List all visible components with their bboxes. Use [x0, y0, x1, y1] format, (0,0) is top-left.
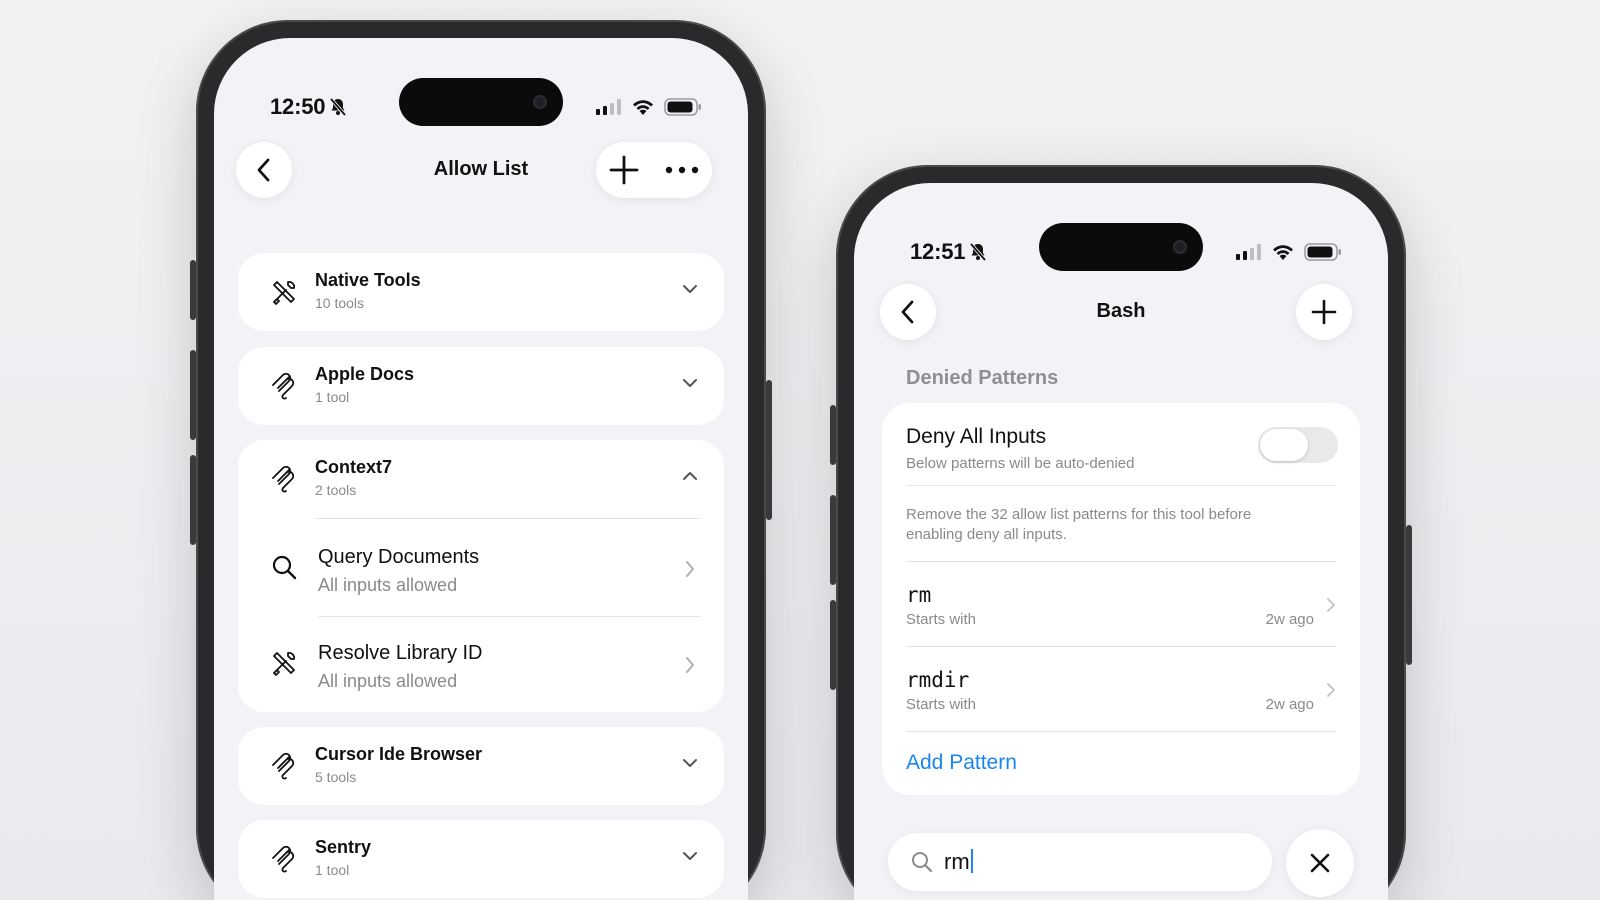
group-header[interactable]: Context7 2 tools — [238, 440, 724, 518]
group-context7: Context7 2 tools Query Documents All inp… — [238, 440, 724, 712]
tool-name: Query Documents — [318, 546, 480, 568]
group-count: 2 tools — [315, 482, 357, 498]
tools-icon — [273, 652, 295, 676]
toggle-knob — [1260, 429, 1308, 461]
chevron-down-icon — [683, 759, 697, 767]
divider — [315, 518, 700, 519]
volume-down-button — [830, 600, 836, 690]
status-bar: 12:50 — [270, 94, 702, 120]
chevron-right-icon — [1327, 683, 1335, 697]
close-icon — [1310, 853, 1330, 873]
chevron-down-icon — [683, 852, 697, 860]
side-button — [190, 260, 196, 320]
group-name: Cursor Ide Browser — [315, 744, 483, 764]
cellular-signal-icon — [1236, 244, 1261, 260]
pattern-match-type: Starts with — [906, 611, 977, 628]
wifi-icon — [1273, 245, 1293, 260]
chevron-down-icon — [683, 379, 697, 387]
chevron-down-icon — [683, 285, 697, 293]
tool-name: Resolve Library ID — [318, 642, 483, 664]
search-icon — [272, 555, 297, 580]
group-count: 1 tool — [315, 389, 350, 405]
bell-slash-icon — [969, 242, 987, 262]
mcp-icon — [272, 752, 295, 780]
chevron-right-icon — [686, 657, 694, 673]
screen: 12:50 Allow List Native Tools 10 tools A… — [214, 38, 748, 900]
power-button — [1406, 525, 1412, 665]
text-caret — [970, 849, 973, 873]
side-button — [830, 405, 836, 465]
tool-row-resolve-library-id[interactable]: Resolve Library ID All inputs allowed — [238, 616, 724, 712]
pattern-row[interactable]: rm Starts with 2w ago — [882, 561, 1360, 647]
bell-slash-icon — [329, 97, 347, 117]
tools-icon — [273, 281, 295, 305]
pattern-row[interactable]: rmdir Starts with 2w ago — [882, 646, 1360, 732]
pattern-match-type: Starts with — [906, 696, 977, 713]
pattern-text: rmdir — [906, 668, 970, 692]
plus-icon[interactable] — [609, 155, 639, 185]
tool-subtitle: All inputs allowed — [318, 575, 458, 595]
power-button — [766, 380, 772, 520]
volume-up-button — [830, 495, 836, 585]
plus-icon — [1311, 299, 1337, 325]
tool-row-query-documents[interactable]: Query Documents All inputs allowed — [238, 520, 724, 616]
volume-up-button — [190, 350, 196, 440]
section-header: Denied Patterns — [906, 367, 1059, 389]
search-value: rm — [944, 849, 970, 874]
phone-allow-list: 12:50 Allow List Native Tools 10 tools A… — [190, 20, 772, 900]
tool-subtitle: All inputs allowed — [318, 671, 458, 691]
battery-icon — [664, 98, 701, 116]
divider — [906, 485, 1336, 486]
deny-all-subtitle: Below patterns will be auto-denied — [906, 455, 1135, 472]
pattern-age: 2w ago — [1265, 696, 1314, 713]
chevron-up-icon — [683, 472, 697, 480]
group-sentry[interactable]: Sentry 1 tool — [238, 820, 724, 898]
status-bar: 12:51 — [910, 239, 1342, 265]
more-icon[interactable] — [665, 166, 699, 174]
group-cursor-ide-browser[interactable]: Cursor Ide Browser 5 tools — [238, 727, 724, 805]
status-time: 12:50 — [270, 94, 326, 119]
group-name: Native Tools — [315, 270, 421, 290]
toolbar-actions — [596, 142, 712, 198]
mcp-icon — [272, 372, 295, 400]
deny-all-note: Remove the 32 allow list patterns for th… — [906, 506, 1252, 543]
phone-bash-patterns: 12:51 Bash Denied Patterns Deny All Inpu… — [830, 165, 1412, 900]
status-time: 12:51 — [910, 239, 966, 264]
group-count: 10 tools — [315, 295, 365, 311]
group-name: Apple Docs — [315, 364, 415, 384]
deny-all-toggle[interactable] — [1258, 427, 1338, 463]
cellular-signal-icon — [596, 99, 621, 115]
battery-icon — [1304, 243, 1341, 261]
group-count: 1 tool — [315, 862, 350, 878]
add-button[interactable] — [1296, 284, 1352, 340]
pattern-text: rm — [906, 583, 932, 607]
wifi-icon — [633, 100, 653, 115]
deny-all-label: Deny All Inputs — [906, 425, 1047, 448]
search-input[interactable]: rm — [888, 833, 1272, 891]
mcp-icon — [272, 845, 295, 873]
search-icon — [912, 852, 933, 873]
denied-patterns-card: Deny All Inputs Below patterns will be a… — [882, 403, 1360, 795]
divider — [906, 731, 1336, 732]
clear-search-button[interactable] — [1286, 829, 1354, 897]
group-name: Sentry — [315, 837, 372, 857]
pattern-age: 2w ago — [1265, 611, 1314, 628]
screen: 12:51 Bash Denied Patterns Deny All Inpu… — [854, 183, 1388, 900]
group-name: Context7 — [315, 457, 393, 477]
add-pattern-button[interactable]: Add Pattern — [906, 751, 1017, 775]
group-native-tools[interactable]: Native Tools 10 tools — [238, 253, 724, 331]
group-apple-docs[interactable]: Apple Docs 1 tool — [238, 347, 724, 425]
chevron-right-icon — [1327, 598, 1335, 612]
mcp-icon — [272, 465, 295, 493]
group-count: 5 tools — [315, 769, 357, 785]
chevron-right-icon — [686, 561, 694, 577]
volume-down-button — [190, 455, 196, 545]
